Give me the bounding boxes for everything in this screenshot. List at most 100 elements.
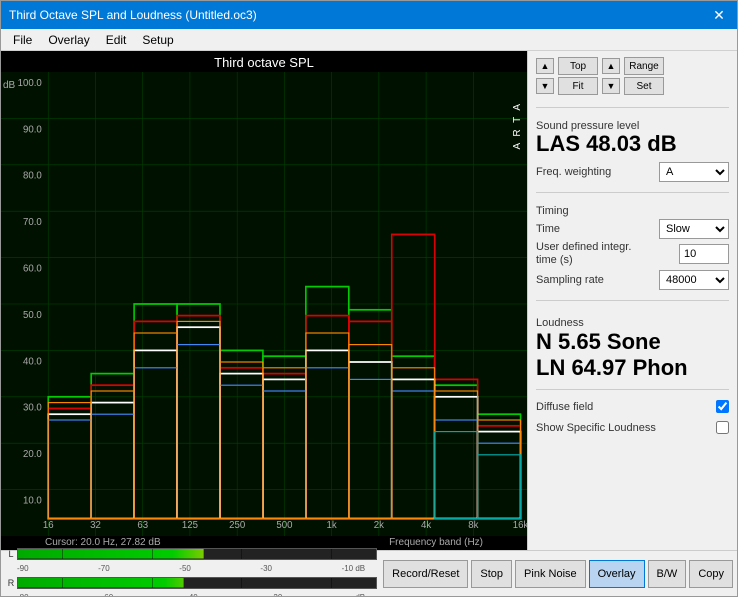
r-tick-2: -60 xyxy=(102,593,114,597)
svg-text:100.0: 100.0 xyxy=(18,78,43,89)
level-fill-l xyxy=(18,549,276,559)
sampling-rate-label: Sampling rate xyxy=(536,274,604,286)
overlay-button[interactable]: Overlay xyxy=(589,560,645,588)
channel-l-label: L xyxy=(5,549,17,559)
range-nav-group: ▲ Range ▼ Set xyxy=(602,57,664,95)
level-track-r xyxy=(17,577,377,589)
menu-setup[interactable]: Setup xyxy=(134,31,181,48)
record-reset-button[interactable]: Record/Reset xyxy=(383,560,468,588)
fit-button[interactable]: Fit xyxy=(558,77,598,95)
r-tick-5: dB xyxy=(355,593,365,597)
menu-file[interactable]: File xyxy=(5,31,40,48)
user-defined-input[interactable] xyxy=(679,244,729,264)
chart-svg: 100.0 90.0 80.0 70.0 60.0 50.0 40.0 30.0… xyxy=(1,72,527,536)
time-row: Time Slow Fast Impulse xyxy=(536,219,729,239)
svg-text:16: 16 xyxy=(43,520,54,531)
diffuse-field-row: Diffuse field xyxy=(536,400,729,413)
loudness-value-1: N 5.65 Sone xyxy=(536,329,729,355)
close-button[interactable]: ✕ xyxy=(709,5,729,25)
svg-text:2k: 2k xyxy=(374,520,385,531)
range-down-button[interactable]: ▼ xyxy=(602,78,620,94)
divider-3 xyxy=(536,300,729,301)
level-track-l xyxy=(17,548,377,560)
y-axis-unit: dB xyxy=(3,80,15,91)
freq-weighting-select[interactable]: A B C Z xyxy=(659,162,729,182)
diffuse-field-checkbox[interactable] xyxy=(716,400,729,413)
show-specific-row: Show Specific Loudness xyxy=(536,421,729,434)
menu-overlay[interactable]: Overlay xyxy=(40,31,97,48)
chart-title: Third octave SPL xyxy=(1,51,527,72)
top-nav-group: ▲ Top ▼ Fit xyxy=(536,57,598,95)
arta-label: A R T A xyxy=(512,102,523,150)
menu-edit[interactable]: Edit xyxy=(98,31,135,48)
svg-text:30.0: 30.0 xyxy=(23,402,42,413)
top-button[interactable]: Top xyxy=(558,57,598,75)
spl-value: LAS 48.03 dB xyxy=(536,132,729,156)
bw-button[interactable]: B/W xyxy=(648,560,687,588)
spl-section: Sound pressure level LAS 48.03 dB xyxy=(536,116,729,156)
time-select[interactable]: Slow Fast Impulse xyxy=(659,219,729,239)
svg-text:40.0: 40.0 xyxy=(23,356,42,367)
chart-area: Third octave SPL dB A R T A xyxy=(1,51,527,550)
main-content: Third octave SPL dB A R T A xyxy=(1,51,737,550)
svg-text:90.0: 90.0 xyxy=(23,124,42,135)
channel-r-label: R xyxy=(5,578,17,588)
freq-label: Frequency band (Hz) xyxy=(389,537,483,548)
svg-text:8k: 8k xyxy=(468,520,479,531)
svg-text:50.0: 50.0 xyxy=(23,310,42,321)
l-tick-4: -30 xyxy=(260,564,272,573)
sampling-rate-select[interactable]: 48000 44100 96000 xyxy=(659,270,729,290)
timing-section: Timing Time Slow Fast Impulse User defin… xyxy=(536,201,729,291)
freq-weighting-label: Freq. weighting xyxy=(536,166,611,178)
svg-text:63: 63 xyxy=(137,520,148,531)
l-tick-3: -50 xyxy=(179,564,191,573)
svg-text:500: 500 xyxy=(276,520,292,531)
divider-2 xyxy=(536,192,729,193)
l-tick-2: -70 xyxy=(98,564,110,573)
svg-text:4k: 4k xyxy=(421,520,432,531)
show-specific-checkbox[interactable] xyxy=(716,421,729,434)
svg-text:32: 32 xyxy=(90,520,101,531)
svg-text:1k: 1k xyxy=(327,520,338,531)
svg-text:20.0: 20.0 xyxy=(23,449,42,460)
copy-button[interactable]: Copy xyxy=(689,560,733,588)
nav-controls: ▲ Top ▼ Fit ▲ Range ▼ Set xyxy=(536,57,729,95)
pink-noise-button[interactable]: Pink Noise xyxy=(515,560,586,588)
timing-section-label: Timing xyxy=(536,205,729,217)
level-fill-r xyxy=(18,578,262,588)
title-bar: Third Octave SPL and Loudness (Untitled.… xyxy=(1,1,737,29)
time-label: Time xyxy=(536,223,560,235)
top-up-button[interactable]: ▲ xyxy=(536,58,554,74)
svg-text:10.0: 10.0 xyxy=(23,495,42,506)
bottom-bar: L -90 -70 -50 -30 xyxy=(1,550,737,596)
l-tick-5: -10 dB xyxy=(342,564,366,573)
loudness-value-2: LN 64.97 Phon xyxy=(536,355,729,381)
stop-button[interactable]: Stop xyxy=(471,560,512,588)
l-tick-1: -90 xyxy=(17,564,29,573)
divider-4 xyxy=(536,389,729,390)
top-down-button[interactable]: ▼ xyxy=(536,78,554,94)
divider-1 xyxy=(536,107,729,108)
user-defined-label: User defined integr. time (s) xyxy=(536,241,636,267)
svg-text:80.0: 80.0 xyxy=(23,170,42,181)
range-up-button[interactable]: ▲ xyxy=(602,58,620,74)
r-tick-4: -20 xyxy=(271,593,283,597)
set-button[interactable]: Set xyxy=(624,77,664,95)
level-meter: L -90 -70 -50 -30 xyxy=(5,546,377,597)
right-panel: ▲ Top ▼ Fit ▲ Range ▼ Set xyxy=(527,51,737,550)
main-window: Third Octave SPL and Loudness (Untitled.… xyxy=(0,0,738,597)
menu-bar: File Overlay Edit Setup xyxy=(1,29,737,51)
loudness-section: Loudness N 5.65 Sone LN 64.97 Phon xyxy=(536,313,729,382)
level-row-r: R xyxy=(5,575,377,591)
r-tick-3: -40 xyxy=(186,593,198,597)
diffuse-field-label: Diffuse field xyxy=(536,401,593,413)
bottom-buttons: Record/Reset Stop Pink Noise Overlay B/W… xyxy=(383,560,733,588)
r-tick-1: -80 xyxy=(17,593,29,597)
loudness-section-label: Loudness xyxy=(536,317,729,329)
svg-text:250: 250 xyxy=(229,520,245,531)
range-button[interactable]: Range xyxy=(624,57,664,75)
freq-weighting-row: Freq. weighting A B C Z xyxy=(536,162,729,182)
cursor-info: Cursor: 20.0 Hz, 27.82 dB xyxy=(45,537,161,548)
svg-text:60.0: 60.0 xyxy=(23,263,42,274)
show-specific-label: Show Specific Loudness xyxy=(536,422,656,434)
